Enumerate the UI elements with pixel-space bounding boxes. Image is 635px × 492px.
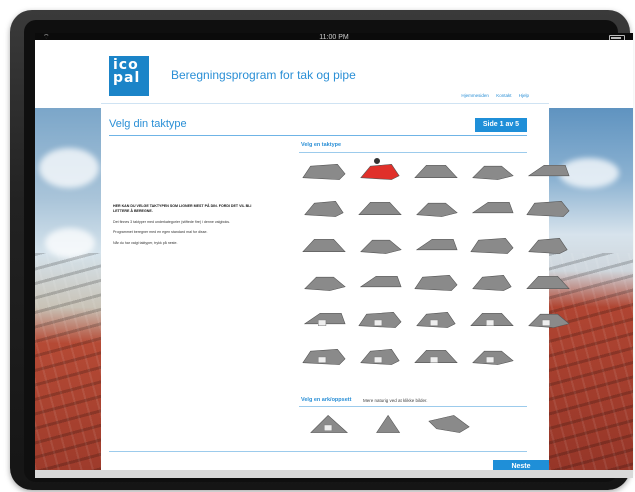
wall-type-option[interactable] (307, 413, 353, 443)
roof-type-option[interactable] (413, 197, 459, 219)
roof-type-option[interactable] (413, 271, 459, 293)
roof-type-option[interactable] (525, 271, 571, 293)
roof-tiles-image (35, 252, 101, 470)
roof-type-option[interactable] (357, 308, 403, 330)
roof-type-option-selected[interactable] (357, 157, 403, 182)
roof-type-option[interactable] (469, 234, 515, 256)
link-help[interactable]: Hjelp (519, 93, 529, 98)
intro-heading: HER KAN DU VELGE TAKTYPEN SOM LIGNER MES… (113, 204, 252, 214)
roof-type-option[interactable] (525, 160, 571, 182)
roof-type-option[interactable] (301, 197, 347, 219)
title-divider (109, 135, 527, 136)
roof-type-option[interactable] (301, 345, 347, 367)
page-title: Velg din taktype (109, 118, 187, 130)
roof-type-option[interactable] (301, 160, 347, 182)
app-title: Beregningsprogram for tak og pipe (171, 68, 356, 82)
intro-paragraph: Det finnes 3 taktyper med underkategorie… (113, 219, 231, 224)
roof-type-option[interactable] (469, 271, 515, 293)
roof-type-option[interactable] (469, 345, 515, 367)
cloud-image (39, 148, 99, 188)
roof-type-option[interactable] (469, 160, 515, 182)
wall-type-note: Mere naturig ved at klikke bilder. (363, 398, 428, 403)
roof-type-option[interactable] (413, 234, 459, 256)
app-header: ico pal Beregningsprogram for tak og pipe… (35, 40, 633, 108)
roof-type-option[interactable] (413, 345, 459, 367)
roof-type-option[interactable] (525, 308, 571, 330)
intro-paragraph: Når du har valgt taktyper, trykk på nest… (113, 240, 178, 245)
bottom-divider (109, 451, 527, 452)
intro-text: HER KAN DU VELGE TAKTYPEN SOM LIGNER MES… (113, 204, 263, 251)
main-panel: Velg din taktype Side 1 av 5 Velg en tak… (101, 108, 570, 470)
wall-type-option[interactable] (427, 413, 473, 443)
roof-type-option[interactable] (301, 271, 347, 293)
link-home[interactable]: Hjemmesiden (461, 93, 489, 98)
intro-paragraph: Programmet beregner med en egen standard… (113, 230, 208, 235)
header-links: Hjemmesiden Kontakt Hjelp (455, 93, 529, 98)
wall-type-label: Velg en ark/oppsett (301, 397, 352, 403)
app-screen: ico pal Beregningsprogram for tak og pipe… (35, 40, 633, 470)
roof-type-option[interactable] (357, 271, 403, 293)
step-badge: Side 1 av 5 (475, 118, 527, 132)
roof-type-divider (299, 152, 527, 153)
roof-type-option[interactable] (301, 308, 347, 330)
header-divider (101, 103, 549, 104)
wall-type-option[interactable] (367, 413, 413, 443)
roof-type-option[interactable] (413, 308, 459, 330)
roof-photo-left (35, 108, 101, 470)
roof-type-option[interactable] (413, 160, 459, 182)
roof-type-option[interactable] (525, 197, 571, 219)
roof-type-label: Velg en taktype (301, 142, 342, 148)
roof-type-option[interactable] (357, 345, 403, 367)
icopal-logo[interactable]: ico pal (109, 56, 149, 96)
roof-type-option[interactable] (469, 197, 515, 219)
tablet-bottom-bezel (35, 470, 633, 478)
roof-type-option[interactable] (301, 234, 347, 256)
roof-type-option[interactable] (525, 234, 571, 256)
link-contact[interactable]: Kontakt (496, 93, 511, 98)
wall-type-divider (299, 406, 527, 407)
next-button[interactable]: Neste (493, 460, 549, 470)
roof-type-option[interactable] (357, 197, 403, 219)
roof-type-option[interactable] (357, 234, 403, 256)
roof-type-option[interactable] (469, 308, 515, 330)
